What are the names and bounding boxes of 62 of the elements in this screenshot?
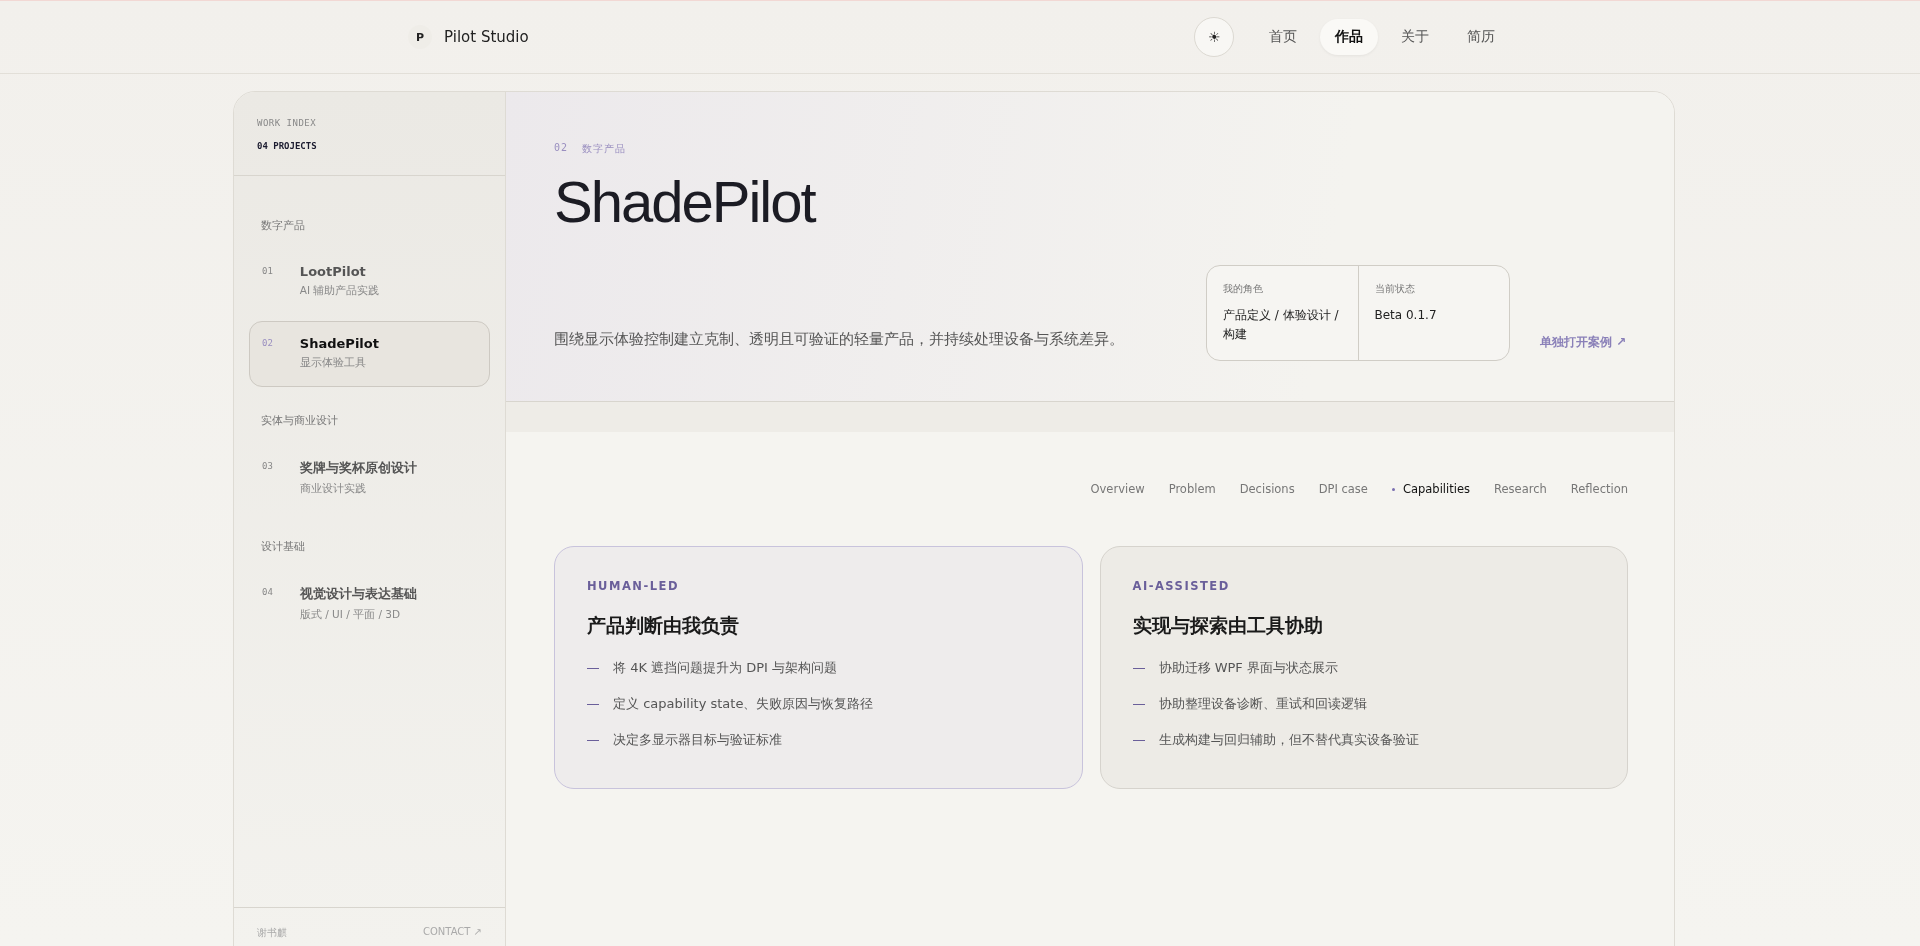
card-eyebrow: AI-ASSISTED [1132, 579, 1231, 593]
sidebar-eyebrow: WORK INDEX [257, 118, 318, 128]
dash-icon [587, 667, 599, 669]
project-item[interactable]: 03 奖牌与奖杯原创设计 商业设计实践 [249, 444, 490, 513]
active-dot-icon [1391, 487, 1395, 491]
list-item-text: 将 4K 遮挡问题提升为 DPI 与架构问题 [613, 659, 837, 677]
fact-label: 当前状态 [1374, 282, 1416, 296]
project-number: 02 [262, 337, 273, 350]
group-title: 实体与商业设计 [260, 413, 339, 428]
group-title: 设计基础 [260, 539, 306, 554]
section-link[interactable]: DPI case [1318, 482, 1368, 496]
case-category: 数字产品 [582, 142, 627, 156]
section-link[interactable]: Decisions [1239, 482, 1295, 496]
section-link[interactable]: Problem [1168, 482, 1216, 496]
project-title: 奖牌与奖杯原创设计 [299, 459, 417, 477]
case-number: 02 [554, 142, 569, 155]
case-summary: 围绕显示体验控制建立克制、透明且可验证的轻量产品，并持续处理设备与系统差异。 [554, 330, 1125, 349]
project-count: 04 PROJECTS [257, 141, 318, 151]
nav-link[interactable]: 作品 [1320, 19, 1378, 55]
project-item[interactable]: 01 LootPilot AI 辅助产品实践 [249, 249, 490, 315]
fact-value: Beta 0.1.7 [1374, 307, 1438, 324]
dash-icon [1132, 739, 1145, 741]
list-item-text: 生成构建与回归辅助，但不替代真实设备验证 [1158, 731, 1419, 749]
project-item[interactable]: 02 ShadePilot 显示体验工具 [249, 321, 490, 387]
card-title: 产品判断由我负责 [587, 613, 740, 638]
list-item-text: 定义 capability state、失败原因与恢复路径 [613, 695, 874, 713]
theme-toggle-button[interactable]: ☀ [1194, 17, 1234, 57]
open-case-link[interactable]: 单独打开案例 ↗ [1539, 334, 1626, 351]
project-subtitle: 商业设计实践 [299, 482, 367, 496]
card-eyebrow: HUMAN-LED [587, 579, 680, 593]
author-name: 谢书麒 [257, 926, 287, 940]
project-subtitle: 显示体验工具 [299, 356, 367, 370]
project-title: 视觉设计与表达基础 [299, 585, 417, 603]
dash-icon [587, 739, 599, 741]
list-item-text: 协助整理设备诊断、重试和回读逻辑 [1158, 695, 1367, 713]
dash-icon [587, 703, 599, 705]
section-link[interactable]: Capabilities [1391, 482, 1470, 496]
logo-mark[interactable]: P [408, 25, 432, 49]
case-title: ShadePilot [554, 168, 817, 235]
card-title: 实现与探索由工具协助 [1132, 613, 1324, 638]
dash-icon [1132, 703, 1145, 705]
nav-link[interactable]: 简历 [1452, 19, 1510, 55]
project-item[interactable]: 04 视觉设计与表达基础 版式 / UI / 平面 / 3D [249, 570, 490, 639]
section-link[interactable]: Reflection [1570, 482, 1628, 496]
nav-link[interactable]: 首页 [1254, 19, 1312, 55]
fact-label: 我的角色 [1223, 282, 1264, 296]
project-number: 04 [262, 586, 273, 599]
section-link[interactable]: Research [1494, 482, 1547, 496]
project-number: 01 [262, 265, 273, 278]
project-subtitle: AI 辅助产品实践 [299, 284, 380, 298]
list-item-text: 决定多显示器目标与验证标准 [613, 731, 782, 749]
dash-icon [1132, 667, 1145, 669]
project-subtitle: 版式 / UI / 平面 / 3D [299, 608, 402, 622]
project-number: 03 [262, 460, 273, 473]
fact-value: 产品定义 / 体验设计 / 构建 [1223, 307, 1340, 344]
project-title: ShadePilot [299, 336, 379, 351]
brand-name[interactable]: Pilot Studio [444, 28, 529, 46]
group-title: 数字产品 [260, 218, 306, 233]
list-item-text: 协助迁移 WPF 界面与状态展示 [1158, 659, 1338, 677]
section-link[interactable]: Overview [1090, 482, 1145, 496]
project-title: LootPilot [299, 264, 367, 279]
nav-link[interactable]: 关于 [1386, 19, 1444, 55]
